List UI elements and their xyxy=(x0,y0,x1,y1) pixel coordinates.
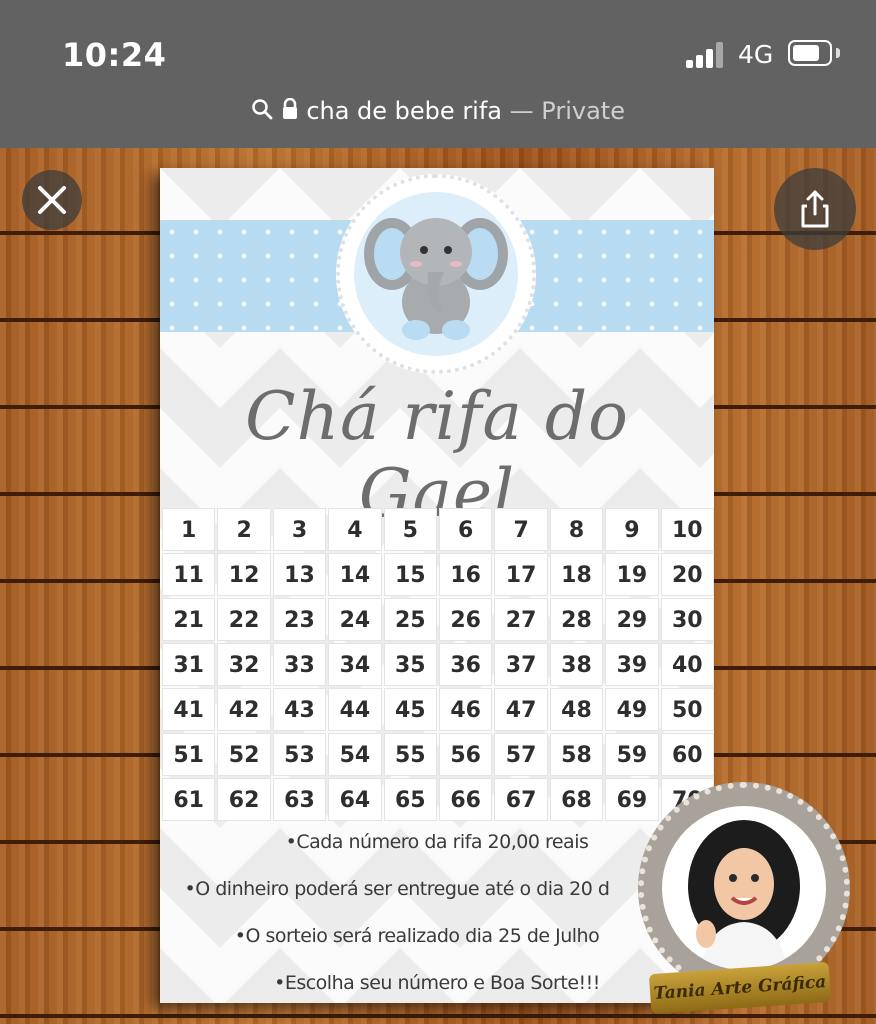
raffle-number-cell: 57 xyxy=(494,733,548,776)
raffle-number-cell: 67 xyxy=(494,778,548,821)
raffle-number-cell: 51 xyxy=(162,733,216,776)
rule-line: •O dinheiro poderá ser entregue até o di… xyxy=(184,878,610,900)
raffle-number-cell: 64 xyxy=(328,778,382,821)
raffle-number-cell: 49 xyxy=(605,688,659,731)
network-type: 4G xyxy=(738,40,774,69)
close-button[interactable] xyxy=(22,170,82,230)
avatar-icon xyxy=(688,820,800,970)
raffle-number-cell: 1 xyxy=(162,508,216,551)
raffle-number-cell: 2 xyxy=(217,508,271,551)
raffle-number-cell: 6 xyxy=(439,508,493,551)
private-mode-label: — Private xyxy=(509,97,625,125)
raffle-number-cell: 16 xyxy=(439,553,493,596)
elephant-medallion xyxy=(336,174,536,374)
raffle-number-cell: 24 xyxy=(328,598,382,641)
raffle-number-cell: 22 xyxy=(217,598,271,641)
rule-line: •O sorteio será realizado dia 25 de Julh… xyxy=(234,925,600,947)
raffle-number-cell: 3 xyxy=(272,508,327,551)
search-icon xyxy=(251,95,273,129)
raffle-number-cell: 61 xyxy=(162,778,216,821)
raffle-number-cell: 66 xyxy=(439,778,493,821)
raffle-number-cell: 15 xyxy=(383,553,437,596)
raffle-number-cell: 25 xyxy=(383,598,437,641)
raffle-number-cell: 13 xyxy=(272,553,327,596)
raffle-number-cell: 8 xyxy=(549,508,604,551)
raffle-number-cell: 68 xyxy=(549,778,604,821)
url-query: cha de bebe rifa xyxy=(306,97,503,125)
elephant-icon xyxy=(364,218,508,340)
raffle-number-cell: 47 xyxy=(494,688,548,731)
raffle-number-cell: 59 xyxy=(605,733,659,776)
raffle-number-cell: 21 xyxy=(162,598,216,641)
image-viewer[interactable]: Chá rifa do Gael 1 2 3 4 5 6 7 8 9 10 11 12 13 14 15 16… xyxy=(0,148,876,1024)
raffle-number-cell: 18 xyxy=(549,553,604,596)
raffle-number-cell: 60 xyxy=(660,733,714,776)
raffle-number-cell: 34 xyxy=(328,643,382,686)
raffle-number-cell: 29 xyxy=(605,598,659,641)
raffle-number-cell: 10 xyxy=(660,508,714,551)
raffle-number-cell: 27 xyxy=(494,598,548,641)
raffle-card: Chá rifa do Gael 1 2 3 4 5 6 7 8 9 10 11 12 13 14 15 16… xyxy=(160,168,714,1003)
raffle-number-cell: 42 xyxy=(217,688,271,731)
rule-line: •Cada número da rifa 20,00 reais xyxy=(285,831,589,853)
raffle-number-cell: 53 xyxy=(272,733,327,776)
number-grid: 1 2 3 4 5 6 7 8 9 10 11 12 13 14 15 16 17 18 19 20 21 22 23 24 2… xyxy=(162,508,714,821)
raffle-number-cell: 12 xyxy=(217,553,271,596)
raffle-number-cell: 62 xyxy=(217,778,271,821)
raffle-number-cell: 33 xyxy=(272,643,327,686)
raffle-number-cell: 65 xyxy=(383,778,437,821)
raffle-number-cell: 5 xyxy=(383,508,437,551)
raffle-number-cell: 23 xyxy=(272,598,327,641)
raffle-number-cell: 52 xyxy=(217,733,271,776)
raffle-number-cell: 32 xyxy=(217,643,271,686)
raffle-number-cell: 58 xyxy=(549,733,604,776)
raffle-number-cell: 56 xyxy=(439,733,493,776)
address-bar[interactable]: cha de bebe rifa — Private xyxy=(0,94,876,129)
raffle-number-cell: 17 xyxy=(494,553,548,596)
raffle-number-cell: 39 xyxy=(605,643,659,686)
lock-icon xyxy=(281,95,299,129)
raffle-number-cell: 30 xyxy=(660,598,714,641)
raffle-number-cell: 54 xyxy=(328,733,382,776)
battery-icon xyxy=(788,40,832,66)
raffle-number-cell: 9 xyxy=(605,508,659,551)
raffle-number-cell: 11 xyxy=(162,553,216,596)
raffle-number-cell: 31 xyxy=(162,643,216,686)
share-button[interactable] xyxy=(774,168,856,250)
raffle-number-cell: 63 xyxy=(272,778,327,821)
raffle-number-cell: 4 xyxy=(328,508,382,551)
raffle-number-cell: 36 xyxy=(439,643,493,686)
raffle-number-cell: 46 xyxy=(439,688,493,731)
raffle-number-cell: 7 xyxy=(494,508,548,551)
raffle-number-cell: 45 xyxy=(383,688,437,731)
raffle-number-cell: 50 xyxy=(660,688,714,731)
clock: 10:24 xyxy=(62,36,167,74)
battery-cap xyxy=(836,48,840,58)
cellular-signal-icon xyxy=(686,42,728,68)
share-icon xyxy=(801,190,829,228)
status-bar: 10:24 4G cha de bebe rifa — Private xyxy=(0,0,876,148)
raffle-number-cell: 35 xyxy=(383,643,437,686)
raffle-number-cell: 40 xyxy=(660,643,714,686)
raffle-number-cell: 14 xyxy=(328,553,382,596)
raffle-number-cell: 43 xyxy=(272,688,327,731)
raffle-number-cell: 20 xyxy=(660,553,714,596)
raffle-number-cell: 28 xyxy=(549,598,604,641)
raffle-number-cell: 55 xyxy=(383,733,437,776)
raffle-number-cell: 38 xyxy=(549,643,604,686)
raffle-number-cell: 26 xyxy=(439,598,493,641)
raffle-number-cell: 41 xyxy=(162,688,216,731)
close-icon xyxy=(38,186,66,214)
raffle-number-cell: 48 xyxy=(549,688,604,731)
raffle-number-cell: 44 xyxy=(328,688,382,731)
raffle-number-cell: 37 xyxy=(494,643,548,686)
raffle-number-cell: 19 xyxy=(605,553,659,596)
raffle-number-cell: 69 xyxy=(605,778,659,821)
rule-line: •Escolha seu número e Boa Sorte!!! xyxy=(274,972,600,994)
